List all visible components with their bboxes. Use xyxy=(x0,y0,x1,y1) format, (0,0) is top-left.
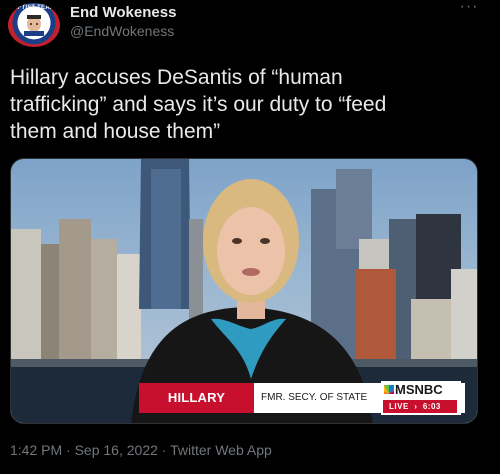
network-logo: MSNBC xyxy=(384,382,443,397)
live-badge: LIVE › 6:03 xyxy=(383,400,457,413)
tweet-text: Hillary accuses DeSantis of “human traff… xyxy=(10,64,490,145)
network-name: MSNBC xyxy=(395,382,443,397)
tweet-media-video[interactable]: HILLARY CLINTON FMR. SECY. OF STATE MSNB… xyxy=(10,158,478,424)
tweet-text-line: Hillary accuses DeSantis of “human xyxy=(10,66,343,89)
more-horizontal-icon[interactable]: ··· xyxy=(458,0,480,18)
user-handle[interactable]: @EndWokeness xyxy=(70,23,174,39)
tweet-text-line: trafficking” and says it’s our duty to “… xyxy=(10,93,387,116)
network-bug: MSNBC LIVE › 6:03 xyxy=(381,381,461,415)
live-time: 6:03 xyxy=(422,402,441,411)
tweet-text-line: them and house them” xyxy=(10,120,221,143)
source-app[interactable]: Twitter Web App xyxy=(170,442,272,458)
tweet-date[interactable]: Sep 16, 2022 xyxy=(75,442,158,458)
chyron-name: HILLARY CLINTON xyxy=(139,383,254,423)
tweet: LEFTIST TEARS End Wokeness @EndWokeness … xyxy=(0,0,500,474)
tweet-time[interactable]: 1:42 PM xyxy=(10,442,62,458)
chevron-right-icon: › xyxy=(411,402,421,411)
avatar[interactable]: LEFTIST TEARS xyxy=(8,3,60,47)
separator: · xyxy=(161,442,167,458)
chyron-title: FMR. SECY. OF STATE xyxy=(261,392,368,403)
avatar-label: LEFTIST TEARS xyxy=(9,5,59,11)
separator: · xyxy=(66,442,71,458)
tweet-timestamp: 1:42 PM · Sep 16, 2022 · Twitter Web App xyxy=(10,442,272,458)
peacock-icon xyxy=(384,385,394,394)
live-label: LIVE xyxy=(389,402,409,411)
display-name[interactable]: End Wokeness xyxy=(70,4,176,21)
